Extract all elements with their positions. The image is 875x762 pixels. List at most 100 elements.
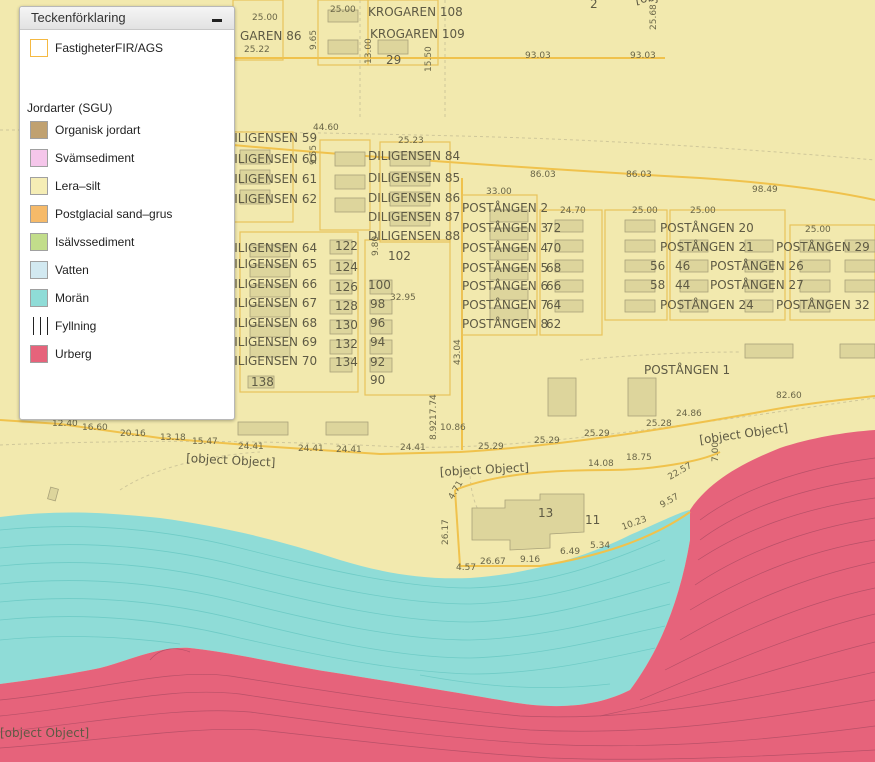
dimension-label: 25.00 — [805, 225, 831, 235]
dimension-label: 9.55 — [309, 145, 319, 165]
block-label: 98 — [370, 297, 385, 311]
legend-swatch — [30, 205, 48, 223]
legend-header[interactable]: Teckenförklaring — [20, 7, 234, 30]
block-label: 56 — [650, 259, 665, 273]
dimension-label: 82.60 — [776, 391, 802, 401]
block-label: DILIGENSEN 87 — [368, 210, 460, 224]
dimension-label: 25.23 — [398, 136, 424, 146]
legend-item-label: Organisk jordart — [55, 123, 141, 137]
block-label: DILIGENSEN 65 — [225, 257, 317, 271]
dimension-label: 33.00 — [486, 187, 512, 197]
block-label: 11 — [585, 513, 600, 527]
block-label: 132 — [335, 337, 358, 351]
legend-swatch — [30, 317, 48, 335]
dimension-label: 12.40 — [52, 419, 78, 429]
block-label: POSTÅNGEN 20 — [660, 220, 754, 235]
dimension-label: 25.29 — [478, 442, 504, 452]
dimension-label: 13.00 — [364, 38, 374, 64]
dimension-label: 44.60 — [313, 123, 339, 133]
dimension-label: 5.34 — [590, 541, 610, 551]
dimension-label: 14.08 — [588, 459, 614, 469]
block-label: 44 — [675, 278, 690, 292]
dimension-label: 32.95 — [390, 293, 416, 303]
dimension-label: 4.57 — [456, 563, 476, 573]
block-label: DILIGENSEN 59 — [225, 131, 317, 145]
block-label: 90 — [370, 373, 385, 387]
dimension-label: 26.67 — [480, 557, 506, 567]
dimension-label: 93.03 — [525, 51, 551, 61]
block-label: 134 — [335, 355, 358, 369]
legend-item-label: Morän — [55, 291, 90, 305]
legend-swatch — [30, 233, 48, 251]
block-label: 62 — [546, 317, 561, 331]
dimension-label: 25.22 — [244, 45, 270, 55]
dimension-label: 86.03 — [626, 170, 652, 180]
dimension-label: 9.65 — [309, 30, 319, 50]
dimension-label: 26.17 — [441, 519, 451, 545]
block-label: 96 — [370, 316, 385, 330]
block-label: POSTÅNGEN 29 — [776, 239, 870, 254]
block-label: 128 — [335, 299, 358, 313]
block-label: POSTÅNGEN 26 — [710, 258, 804, 273]
dimension-label: 18.75 — [626, 453, 652, 463]
block-label: 124 — [335, 260, 358, 274]
dimension-label: 24.86 — [676, 409, 702, 419]
block-label: DILIGENSEN 66 — [225, 277, 317, 291]
dimension-label: 20.16 — [120, 429, 146, 439]
legend-item-label: Urberg — [55, 347, 92, 361]
block-label: DILIGENSEN 62 — [225, 192, 317, 206]
block-label: 138 — [251, 375, 274, 389]
dimension-label: 25.29 — [534, 436, 560, 446]
block-label: 70 — [546, 241, 561, 255]
block-label: 122 — [335, 239, 358, 253]
block-label: POSTÅNGEN 32 — [776, 297, 870, 312]
block-label: DILIGENSEN 88 — [368, 229, 460, 243]
legend-swatch — [30, 149, 48, 167]
block-label: 72 — [546, 221, 561, 235]
legend-swatch — [30, 289, 48, 307]
dimension-label: 7.00 — [711, 442, 721, 462]
legend-item-label: Vatten — [55, 263, 89, 277]
dimension-label: 13.18 — [160, 433, 186, 443]
block-label: 130 — [335, 318, 358, 332]
dimension-label: 25.00 — [632, 206, 658, 216]
block-label: 58 — [650, 278, 665, 292]
dimension-label: 43.04 — [453, 339, 463, 365]
block-label: 66 — [546, 279, 561, 293]
block-label: POSTÅNGEN 21 — [660, 239, 754, 254]
legend-panel[interactable]: Teckenförklaring FastigheterFIR/AGS Jord… — [19, 6, 235, 420]
dimension-label: 25.28 — [646, 419, 672, 429]
block-label: POSTÅNGEN 3 — [462, 220, 548, 235]
block-label: POSTÅNGEN 1 — [644, 362, 730, 377]
block-label: POSTÅNGEN 27 — [710, 277, 804, 292]
dimension-label: 25.00 — [252, 13, 278, 23]
block-label: 68 — [546, 261, 561, 275]
legend-swatch — [30, 345, 48, 363]
legend-title: Teckenförklaring — [31, 10, 126, 25]
dimension-label: 15.50 — [424, 46, 434, 72]
block-label: DILIGENSEN 67 — [225, 296, 317, 310]
minimize-icon[interactable] — [210, 9, 224, 25]
block-label: KROGAREN 108 — [368, 5, 463, 19]
block-label: DILIGENSEN 70 — [225, 354, 317, 368]
block-label: POSTÅNGEN 7 — [462, 297, 548, 312]
legend-item-label: FastigheterFIR/AGS — [55, 41, 164, 55]
legend-item-label: Postglacial sand–grus — [55, 207, 173, 221]
block-label: POSTÅNGEN 2 — [462, 200, 548, 215]
block-label: DILIGENSEN 60 — [225, 152, 317, 166]
legend-group-title: Jordarter (SGU) — [27, 101, 113, 115]
dimension-label: 25.00 — [330, 5, 356, 15]
street-label: [object Object] — [0, 726, 89, 740]
dimension-label: 6.49 — [560, 547, 580, 557]
block-label: 94 — [370, 335, 385, 349]
block-label: DILIGENSEN 84 — [368, 149, 460, 163]
block-label: DILIGENSEN 86 — [368, 191, 460, 205]
block-label: 46 — [675, 259, 690, 273]
dimension-label: 10.86 — [440, 423, 466, 433]
legend-item-label: Lera–silt — [55, 179, 101, 193]
block-label: DILIGENSEN 64 — [225, 241, 317, 255]
dimension-label: 17.74 — [429, 394, 439, 420]
block-label: DILIGENSEN 69 — [225, 335, 317, 349]
block-label: 2 — [590, 0, 598, 11]
dimension-label: 9.16 — [520, 555, 540, 565]
